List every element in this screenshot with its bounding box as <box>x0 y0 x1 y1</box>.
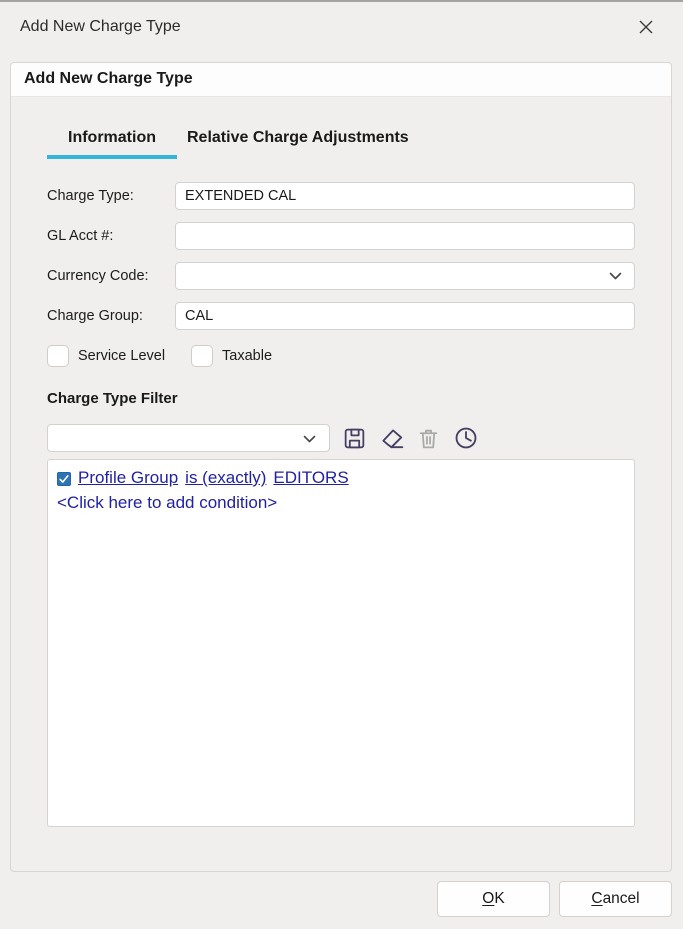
service-level-label: Service Level <box>78 348 165 364</box>
charge-type-label: Charge Type: <box>47 188 175 204</box>
delete-filter-button[interactable] <box>415 425 442 452</box>
cancel-button[interactable]: Cancel <box>559 881 672 917</box>
tab-relative-charge-adjustments[interactable]: Relative Charge Adjustments <box>177 129 419 159</box>
filter-conditions-box[interactable]: Profile Group is (exactly) EDITORS <Clic… <box>47 459 635 827</box>
charge-group-row: Charge Group: <box>47 302 635 330</box>
charge-group-input[interactable] <box>175 302 635 330</box>
charge-type-form: Charge Type: GL Acct #: Currency Code: C… <box>47 182 635 330</box>
currency-code-label: Currency Code: <box>47 268 175 284</box>
window-title: Add New Charge Type <box>20 18 631 36</box>
chevron-down-icon <box>303 435 316 444</box>
condition-field-link[interactable]: Profile Group <box>78 468 178 488</box>
ok-button[interactable]: OK <box>437 881 550 917</box>
gl-acct-label: GL Acct #: <box>47 228 175 244</box>
history-clock-icon <box>453 425 479 451</box>
tab-information[interactable]: Information <box>47 129 177 159</box>
save-icon <box>342 426 367 451</box>
save-filter-button[interactable] <box>341 425 368 452</box>
condition-operator-link[interactable]: is (exactly) <box>185 468 266 488</box>
taxable-group: Taxable <box>191 345 272 367</box>
checked-checkbox-icon <box>57 472 71 486</box>
filter-preset-select[interactable] <box>47 424 330 452</box>
eraser-icon <box>379 425 405 451</box>
taxable-checkbox[interactable] <box>191 345 213 367</box>
charge-type-input[interactable] <box>175 182 635 210</box>
filter-history-button[interactable] <box>452 425 479 452</box>
gl-acct-row: GL Acct #: <box>47 222 635 250</box>
condition-value-link[interactable]: EDITORS <box>273 468 348 488</box>
currency-code-select[interactable] <box>175 262 635 290</box>
condition-checkbox[interactable] <box>57 472 71 486</box>
window-top-border <box>0 0 683 2</box>
tab-bar: Information Relative Charge Adjustments <box>47 129 635 159</box>
service-level-group: Service Level <box>47 345 165 367</box>
gl-acct-input[interactable] <box>175 222 635 250</box>
title-bar: Add New Charge Type <box>20 12 669 42</box>
clear-filter-button[interactable] <box>378 425 405 452</box>
add-charge-type-panel: Add New Charge Type Information Relative… <box>10 62 672 872</box>
checkbox-row: Service Level Taxable <box>47 345 635 367</box>
currency-code-row: Currency Code: <box>47 262 635 290</box>
panel-body: Information Relative Charge Adjustments … <box>11 129 671 827</box>
close-button[interactable] <box>631 12 661 42</box>
filter-condition-row: Profile Group is (exactly) EDITORS <box>57 468 625 488</box>
taxable-label: Taxable <box>222 348 272 364</box>
add-condition-link[interactable]: <Click here to add condition> <box>57 493 625 513</box>
filter-toolbar <box>47 424 635 452</box>
charge-group-label: Charge Group: <box>47 308 175 324</box>
trash-icon <box>416 426 441 451</box>
panel-title: Add New Charge Type <box>11 63 671 97</box>
close-icon <box>635 16 657 38</box>
dialog-footer: OK Cancel <box>437 881 672 917</box>
service-level-checkbox[interactable] <box>47 345 69 367</box>
charge-type-row: Charge Type: <box>47 182 635 210</box>
charge-type-filter-heading: Charge Type Filter <box>47 390 635 407</box>
